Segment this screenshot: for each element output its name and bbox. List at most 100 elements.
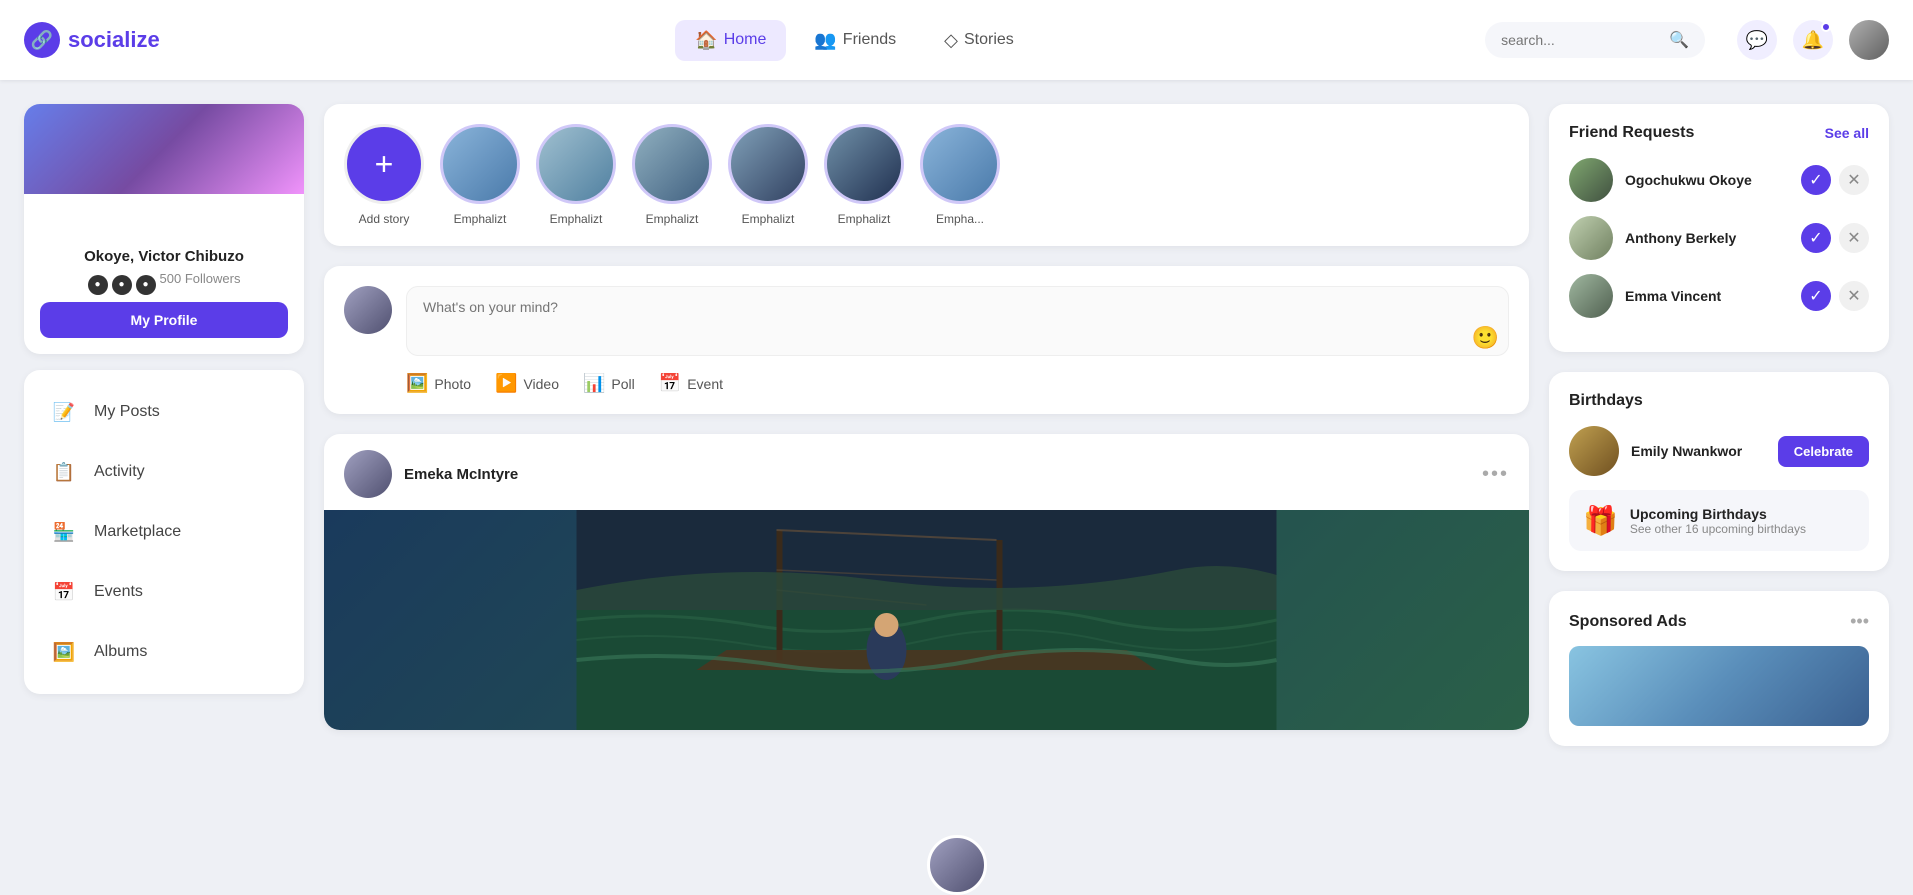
followers-count: 500 Followers — [160, 271, 241, 286]
post-author-avatar — [344, 450, 392, 498]
event-action[interactable]: 📅 Event — [659, 373, 723, 394]
nav-item-friends[interactable]: 👥 Friends — [794, 20, 916, 61]
friend-requests-see-all[interactable]: See all — [1825, 125, 1869, 141]
story-item-3[interactable]: Emphalizt — [728, 124, 808, 226]
fr-accept-1[interactable]: ✓ — [1801, 223, 1831, 253]
sponsored-more-button[interactable]: ••• — [1850, 611, 1869, 632]
sponsored-ads-header: Sponsored Ads ••• — [1569, 611, 1869, 632]
post-author: Emeka McIntyre — [344, 450, 518, 498]
story-circle-2 — [632, 124, 712, 204]
upcoming-birthdays-title: Upcoming Birthdays — [1630, 506, 1806, 522]
sidebar-item-events[interactable]: 📅 Events — [32, 562, 296, 622]
sponsored-ad-image[interactable] — [1569, 646, 1869, 726]
birthdays-header: Birthdays — [1569, 392, 1869, 410]
composer-textarea[interactable] — [406, 286, 1509, 356]
story-item-2[interactable]: Emphalizt — [632, 124, 712, 226]
sidebar-item-marketplace[interactable]: 🏪 Marketplace — [32, 502, 296, 562]
fr-actions-1: ✓ ✕ — [1801, 223, 1869, 253]
notifications-button[interactable]: 🔔 — [1793, 20, 1833, 60]
composer-avatar — [344, 286, 392, 334]
friend-requests-header: Friend Requests See all — [1569, 124, 1869, 142]
fr-decline-1[interactable]: ✕ — [1839, 223, 1869, 253]
story-circle-4 — [824, 124, 904, 204]
sidebar-nav-list: 📝 My Posts 📋 Activity 🏪 Marketplace 📅 Ev… — [24, 370, 304, 694]
poll-action[interactable]: 📊 Poll — [583, 373, 635, 394]
fr-accept-2[interactable]: ✓ — [1801, 281, 1831, 311]
stories-container: + Add story Emphalizt Emphalizt Emphaliz… — [324, 104, 1529, 246]
left-sidebar: Okoye, Victor Chibuzo ● ● ● 500 Follower… — [24, 104, 304, 766]
composer-input-wrap: 🙂 — [406, 286, 1509, 361]
fr-accept-0[interactable]: ✓ — [1801, 165, 1831, 195]
nav-item-home[interactable]: 🏠 Home — [675, 20, 786, 61]
composer-actions: 🖼️ Photo ▶️ Video 📊 Poll 📅 Event — [344, 361, 1509, 394]
story-label-5: Empha... — [936, 212, 984, 226]
marketplace-label: Marketplace — [94, 523, 181, 541]
nav-item-stories[interactable]: ◇ Stories — [924, 20, 1034, 61]
fr-decline-2[interactable]: ✕ — [1839, 281, 1869, 311]
upcoming-birthdays-subtitle: See other 16 upcoming birthdays — [1630, 522, 1806, 536]
my-posts-label: My Posts — [94, 403, 160, 421]
nav-friends-label: Friends — [843, 31, 896, 49]
friend-request-2: Emma Vincent ✓ ✕ — [1569, 274, 1869, 318]
add-story-item[interactable]: + Add story — [344, 124, 424, 226]
poll-label: Poll — [611, 376, 634, 392]
add-story-icon: + — [375, 146, 394, 183]
emoji-button[interactable]: 🙂 — [1472, 325, 1499, 351]
event-icon: 📅 — [659, 373, 681, 394]
fr-avatar-2 — [1569, 274, 1613, 318]
fr-actions-2: ✓ ✕ — [1801, 281, 1869, 311]
sponsored-ads-title: Sponsored Ads — [1569, 613, 1687, 631]
celebrate-button[interactable]: Celebrate — [1778, 436, 1869, 467]
story-label-0: Emphalizt — [454, 212, 507, 226]
video-icon: ▶️ — [495, 373, 517, 394]
sidebar-item-my-posts[interactable]: 📝 My Posts — [32, 382, 296, 442]
photo-icon: 🖼️ — [406, 373, 428, 394]
story-label-2: Emphalizt — [646, 212, 699, 226]
friend-request-1: Anthony Berkely ✓ ✕ — [1569, 216, 1869, 260]
profile-info: Okoye, Victor Chibuzo ● ● ● 500 Follower… — [24, 194, 304, 354]
search-bar[interactable]: 🔍 — [1485, 22, 1705, 58]
photo-action[interactable]: 🖼️ Photo — [406, 373, 471, 394]
post-image — [324, 510, 1529, 730]
activity-label: Activity — [94, 463, 145, 481]
birthdays-card: Birthdays Emily Nwankwor Celebrate 🎁 Upc… — [1549, 372, 1889, 571]
story-label-4: Emphalizt — [838, 212, 891, 226]
main-nav: 🏠 Home 👥 Friends ◇ Stories — [240, 20, 1469, 61]
center-feed: + Add story Emphalizt Emphalizt Emphaliz… — [324, 104, 1529, 766]
nav-home-label: Home — [724, 31, 767, 49]
story-circle-0 — [440, 124, 520, 204]
upcoming-birthdays-box[interactable]: 🎁 Upcoming Birthdays See other 16 upcomi… — [1569, 490, 1869, 551]
post-header: Emeka McIntyre ••• — [324, 434, 1529, 510]
event-label: Event — [687, 376, 723, 392]
story-item-0[interactable]: Emphalizt — [440, 124, 520, 226]
friend-requests-card: Friend Requests See all Ogochukwu Okoye … — [1549, 104, 1889, 352]
notification-badge — [1821, 22, 1831, 32]
video-label: Video — [523, 376, 559, 392]
post-composer: 🙂 🖼️ Photo ▶️ Video 📊 Poll 📅 E — [324, 266, 1529, 414]
story-item-4[interactable]: Emphalizt — [824, 124, 904, 226]
activity-icon: 📋 — [48, 456, 80, 488]
fr-decline-0[interactable]: ✕ — [1839, 165, 1869, 195]
friend-requests-title: Friend Requests — [1569, 124, 1694, 142]
messages-button[interactable]: 💬 — [1737, 20, 1777, 60]
post-author-name: Emeka McIntyre — [404, 466, 518, 483]
birthday-avatar — [1569, 426, 1619, 476]
logo[interactable]: 🔗 socialize — [24, 22, 224, 58]
sidebar-item-activity[interactable]: 📋 Activity — [32, 442, 296, 502]
sidebar-item-albums[interactable]: 🖼️ Albums — [32, 622, 296, 682]
main-layout: Okoye, Victor Chibuzo ● ● ● 500 Follower… — [0, 80, 1913, 766]
fr-name-2: Emma Vincent — [1625, 288, 1789, 304]
profile-banner — [24, 104, 304, 194]
story-label-3: Emphalizt — [742, 212, 795, 226]
story-item-5[interactable]: Empha... — [920, 124, 1000, 226]
composer-top: 🙂 — [344, 286, 1509, 361]
fr-avatar-0 — [1569, 158, 1613, 202]
post-more-button[interactable]: ••• — [1482, 463, 1509, 486]
video-action[interactable]: ▶️ Video — [495, 373, 559, 394]
nav-stories-label: Stories — [964, 31, 1014, 49]
my-profile-button[interactable]: My Profile — [40, 302, 288, 338]
story-item-1[interactable]: Emphalizt — [536, 124, 616, 226]
user-avatar[interactable] — [1849, 20, 1889, 60]
friend-request-0: Ogochukwu Okoye ✓ ✕ — [1569, 158, 1869, 202]
search-input[interactable] — [1501, 32, 1661, 48]
